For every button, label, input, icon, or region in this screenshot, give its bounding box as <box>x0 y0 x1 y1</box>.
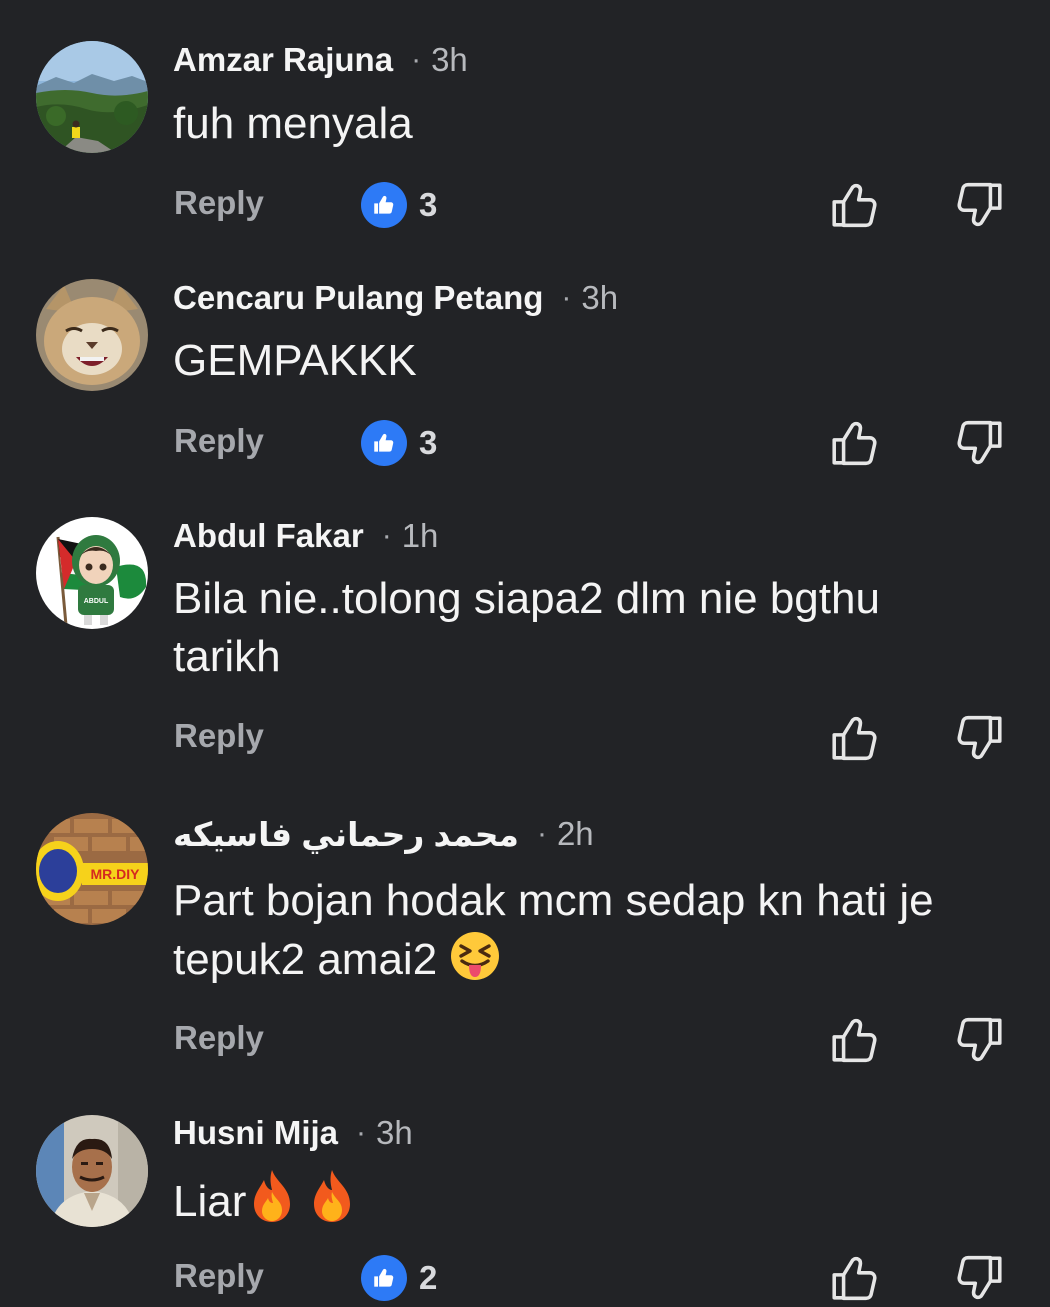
comment-text-content: Liar <box>173 1177 247 1226</box>
comment-header: Abdul Fakar · 1h <box>173 514 438 558</box>
avatar-label: ABDUL <box>84 598 109 605</box>
thumbs-up-icon[interactable] <box>829 713 879 763</box>
comment-text: GEMPAKKK <box>173 332 993 390</box>
comment-actions: Reply <box>0 1015 1050 1065</box>
commenter-name[interactable]: محمد رحماني فاسيكه <box>173 815 519 854</box>
reply-button[interactable]: Reply <box>174 1019 264 1057</box>
separator-dot: · <box>381 519 392 552</box>
avatar-label: MR.DIY <box>91 866 141 882</box>
comment-text-content: fuh menyala <box>173 99 413 148</box>
reply-button[interactable]: Reply <box>174 422 264 460</box>
avatar[interactable]: MR.DIY <box>36 813 148 925</box>
reply-button[interactable]: Reply <box>174 1257 264 1295</box>
comment-text: Bila nie..tolong siapa2 dlm nie bgthu ta… <box>173 570 993 686</box>
reaction-count: 3 <box>419 424 438 461</box>
thumbs-up-icon[interactable] <box>829 418 879 468</box>
comment-time: 3h <box>376 1114 413 1151</box>
comment-text-content: Part bojan hodak mcm sedap kn hati je te… <box>173 876 934 984</box>
comment-header: Cencaru Pulang Petang · 3h <box>173 276 618 320</box>
commenter-name[interactable]: Abdul Fakar <box>173 517 364 555</box>
fire-emoji <box>314 1170 351 1222</box>
avatar[interactable] <box>36 1115 148 1227</box>
thumbs-up-reaction-icon <box>361 420 407 466</box>
avatar-image-cat <box>36 279 148 391</box>
reaction-summary[interactable]: 2 <box>361 1255 437 1301</box>
comment-header: محمد رحماني فاسيكه · 2h <box>173 812 594 856</box>
avatar[interactable] <box>36 41 148 153</box>
commenter-name[interactable]: Amzar Rajuna <box>173 41 393 79</box>
avatar[interactable]: ABDUL <box>36 517 148 629</box>
separator-dot: · <box>561 281 572 314</box>
thumbs-down-icon[interactable] <box>955 1253 1005 1303</box>
thumbs-down-icon[interactable] <box>955 180 1005 230</box>
reaction-summary[interactable]: 3 <box>361 182 437 228</box>
thumbs-down-icon[interactable] <box>955 1015 1005 1065</box>
avatar-image-brick-wall-logo: MR.DIY <box>36 813 148 925</box>
comment-text: Liar <box>173 1168 993 1231</box>
reply-button[interactable]: Reply <box>174 184 264 222</box>
thumbs-up-reaction-icon <box>361 182 407 228</box>
comment-actions: Reply 3 <box>0 418 1050 468</box>
comment-actions: Reply <box>0 713 1050 763</box>
separator-dot: · <box>536 817 547 850</box>
reply-button[interactable]: Reply <box>174 717 264 755</box>
comment-actions: Reply 3 <box>0 180 1050 230</box>
avatar[interactable] <box>36 279 148 391</box>
comment-text: fuh menyala <box>173 95 993 153</box>
reaction-count: 3 <box>419 186 438 223</box>
comment-time: 2h <box>556 815 594 852</box>
thumbs-down-icon[interactable] <box>955 713 1005 763</box>
comment-text-content: GEMPAKKK <box>173 336 417 385</box>
thumbs-up-reaction-icon <box>361 1255 407 1301</box>
commenter-name[interactable]: Husni Mija <box>173 1114 338 1152</box>
comment-text-content: Bila nie..tolong siapa2 dlm nie bgthu ta… <box>173 574 880 681</box>
comment-header: Husni Mija · 3h <box>173 1111 413 1155</box>
comment-time: 3h <box>581 279 619 316</box>
comment-time: 1h <box>401 517 439 554</box>
thumbs-up-icon[interactable] <box>829 1015 879 1065</box>
comment-header: Amzar Rajuna · 3h <box>173 38 468 82</box>
comment-time: 3h <box>431 41 468 78</box>
squinting-face-with-tongue-emoji <box>451 932 500 980</box>
fire-emoji <box>254 1170 291 1222</box>
separator-dot: · <box>411 43 422 76</box>
comment-actions: Reply 2 <box>0 1253 1050 1303</box>
thumbs-up-icon[interactable] <box>829 180 879 230</box>
avatar-image-cartoon-boy-flag: ABDUL <box>36 517 148 629</box>
avatar-image-landscape <box>36 41 148 153</box>
avatar-image-man <box>36 1115 148 1227</box>
thumbs-up-icon[interactable] <box>829 1253 879 1303</box>
separator-dot: · <box>356 1116 367 1149</box>
commenter-name[interactable]: Cencaru Pulang Petang <box>173 279 543 317</box>
thumbs-down-icon[interactable] <box>955 418 1005 468</box>
comment-text: Part bojan hodak mcm sedap kn hati je te… <box>173 872 993 989</box>
reaction-summary[interactable]: 3 <box>361 420 437 466</box>
reaction-count: 2 <box>419 1259 438 1296</box>
